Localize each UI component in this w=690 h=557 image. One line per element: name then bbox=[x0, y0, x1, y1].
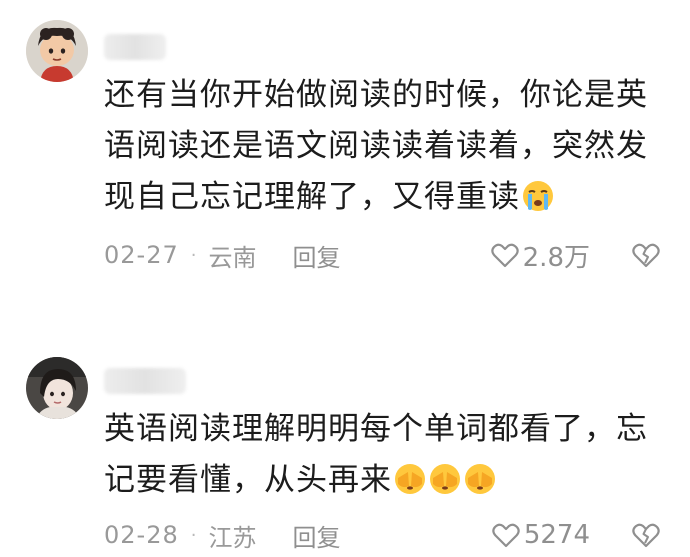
meta-separator: · bbox=[190, 524, 197, 546]
comment-body: 英语阅读理解明明每个单词都看了，忘记要看懂，从头再来 bbox=[104, 411, 648, 498]
face-palm-emoji-icon bbox=[428, 461, 462, 495]
like-count: 5274 bbox=[523, 520, 590, 550]
like-button[interactable]: 2.8万 bbox=[490, 237, 590, 274]
face-palm-emoji-icon bbox=[463, 461, 497, 495]
username-blurred[interactable] bbox=[104, 368, 186, 394]
dislike-button[interactable] bbox=[632, 522, 660, 548]
meta-separator: · bbox=[190, 244, 197, 266]
comment-text: 还有当你开始做阅读的时候，你论是英语阅读还是语文阅读读着读着，突然发现自己忘记理… bbox=[104, 70, 659, 223]
reply-button[interactable]: 回复 bbox=[292, 238, 340, 273]
broken-heart-icon bbox=[632, 523, 660, 548]
heart-icon bbox=[492, 523, 520, 548]
dislike-button[interactable] bbox=[632, 242, 660, 268]
like-count: 2.8万 bbox=[522, 242, 590, 273]
comment-meta: 02-27 · 云南 回复 2.8万 bbox=[104, 237, 660, 274]
comment-body: 还有当你开始做阅读的时候，你论是英语阅读还是语文阅读读着读着，突然发现自己忘记理… bbox=[104, 77, 648, 215]
heart-icon bbox=[490, 243, 519, 268]
user-avatar[interactable] bbox=[26, 20, 88, 82]
comment-date: 02-28 bbox=[104, 521, 179, 549]
broken-heart-icon bbox=[632, 243, 660, 268]
cartoon-character-avatar-icon bbox=[26, 20, 88, 82]
username-blurred[interactable] bbox=[104, 34, 166, 60]
comment-location: 江苏 bbox=[208, 523, 257, 552]
girl-photo-avatar-icon bbox=[26, 357, 88, 419]
comment-meta: 02-28 · 江苏 回复 5274 bbox=[104, 518, 660, 552]
comment-text: 英语阅读理解明明每个单词都看了，忘记要看懂，从头再来 bbox=[104, 404, 659, 506]
reply-button[interactable]: 回复 bbox=[292, 518, 340, 553]
comment-date: 02-27 bbox=[104, 241, 179, 269]
comment-location: 云南 bbox=[208, 243, 257, 272]
crying-face-emoji-icon bbox=[521, 178, 555, 212]
user-avatar[interactable] bbox=[26, 357, 88, 419]
face-palm-emoji-icon bbox=[393, 461, 427, 495]
like-button[interactable]: 5274 bbox=[492, 520, 590, 550]
